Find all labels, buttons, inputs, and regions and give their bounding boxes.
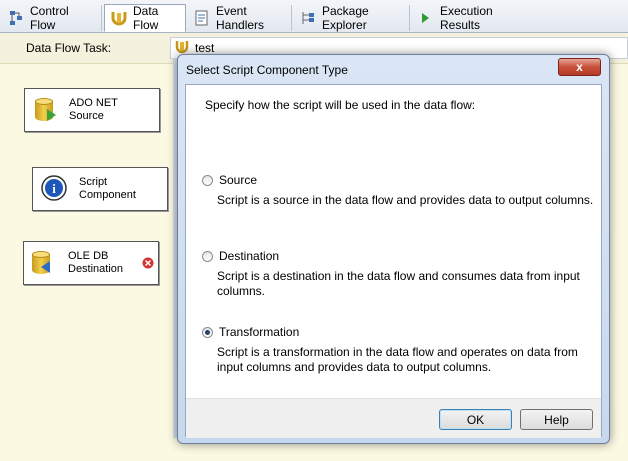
tab-label: Package Explorer bbox=[322, 4, 369, 32]
task-selector-value: test bbox=[195, 41, 215, 55]
tab-package-explorer[interactable]: Package Explorer bbox=[294, 4, 410, 32]
script-component-icon: i bbox=[39, 173, 69, 206]
package-explorer-icon bbox=[300, 10, 316, 26]
execution-results-icon bbox=[418, 10, 434, 26]
close-icon[interactable]: x bbox=[558, 58, 601, 76]
select-script-component-type-dialog: Select Script Component Type x Specify h… bbox=[177, 54, 610, 444]
option-source[interactable]: Source bbox=[202, 173, 257, 187]
option-transformation[interactable]: Transformation bbox=[202, 325, 299, 339]
ok-button[interactable]: OK bbox=[439, 409, 512, 430]
svg-text:i: i bbox=[52, 181, 56, 196]
tab-label: Execution Results bbox=[440, 4, 493, 32]
source-radio[interactable] bbox=[202, 174, 213, 186]
component-label-line1: OLE DB bbox=[68, 250, 109, 262]
tab-label: Event Handlers bbox=[216, 4, 265, 32]
option-label: Transformation bbox=[219, 325, 300, 339]
ole-db-destination-icon bbox=[32, 251, 50, 275]
component-label-line1: ADO NET bbox=[69, 97, 118, 109]
designer-tab-bar: Control Flow Data Flow Event Handlers Pa… bbox=[0, 0, 628, 33]
dialog-body: Specify how the script will be used in t… bbox=[185, 84, 602, 438]
destination-radio[interactable] bbox=[202, 250, 213, 262]
component-label-line2: Component bbox=[79, 189, 136, 201]
dialog-title: Select Script Component Type bbox=[186, 63, 348, 77]
option-description: Script is a destination in the data flow… bbox=[217, 269, 580, 298]
option-destination[interactable]: Destination bbox=[202, 249, 279, 263]
tab-label: Data Flow bbox=[133, 4, 159, 32]
option-label: Destination bbox=[219, 249, 280, 263]
event-handlers-icon bbox=[194, 10, 210, 26]
dialog-footer: OK Help bbox=[186, 398, 601, 438]
tab-control-flow[interactable]: Control Flow bbox=[2, 4, 102, 32]
transformation-radio[interactable] bbox=[202, 326, 213, 338]
option-description: Script is a transformation in the data f… bbox=[217, 345, 578, 374]
data-flow-icon bbox=[111, 10, 127, 26]
tab-data-flow[interactable]: Data Flow bbox=[104, 4, 186, 32]
tab-event-handlers[interactable]: Event Handlers bbox=[188, 4, 292, 32]
component-label-line2: Destination bbox=[68, 263, 124, 275]
ado-net-source-icon bbox=[35, 98, 56, 122]
task-selector-label: Data Flow Task: bbox=[26, 41, 112, 55]
control-flow-icon bbox=[8, 10, 24, 26]
help-button[interactable]: Help bbox=[520, 409, 593, 430]
tab-label: Control Flow bbox=[30, 4, 69, 32]
option-description: Script is a source in the data flow and … bbox=[217, 193, 594, 207]
script-component[interactable]: i Script Component bbox=[32, 167, 168, 211]
tab-execution-results[interactable]: Execution Results bbox=[412, 4, 534, 32]
component-label-line2: Source bbox=[69, 110, 104, 122]
ado-net-source-component[interactable]: ADO NET Source bbox=[24, 88, 160, 132]
component-label-line1: Script bbox=[79, 176, 108, 188]
dialog-prompt: Specify how the script will be used in t… bbox=[205, 98, 476, 112]
option-label: Source bbox=[219, 173, 258, 187]
ole-db-destination-component[interactable]: OLE DB Destination bbox=[23, 241, 159, 285]
error-icon[interactable] bbox=[142, 257, 154, 272]
